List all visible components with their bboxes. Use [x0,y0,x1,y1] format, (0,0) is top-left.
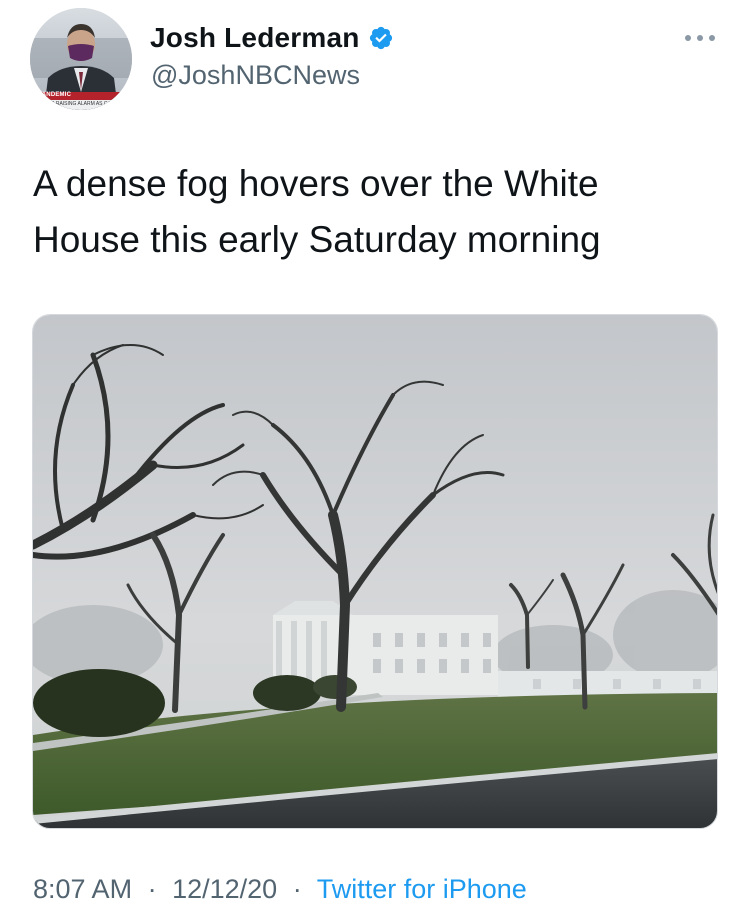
meta-separator: · [147,874,157,904]
author-handle[interactable]: @JoshNBCNews [151,60,360,91]
author-name-row: Josh Lederman [150,22,394,54]
more-horizontal-icon[interactable] [682,30,718,46]
tweet-photo[interactable] [32,314,718,829]
tweet-meta: 8:07 AM · 12/12/20 · Twitter for iPhone [33,874,527,905]
tweet-header: PANDEMIC RIALS RAISING ALARM AS CA Josh … [0,0,750,120]
tweet-source-link[interactable]: Twitter for iPhone [317,874,527,904]
display-name[interactable]: Josh Lederman [150,22,360,54]
tweet-text: A dense fog hovers over the White House … [33,163,601,260]
verified-badge-icon [369,26,392,50]
avatar[interactable]: PANDEMIC RIALS RAISING ALARM AS CA [30,8,132,110]
meta-separator: · [292,874,302,904]
tweet-time[interactable]: 8:07 AM [33,874,132,904]
tweet-date[interactable]: 12/12/20 [172,874,277,904]
avatar-ticker-text: RIALS RAISING ALARM AS CA [40,101,111,107]
avatar-badge-text: PANDEMIC [38,92,72,98]
